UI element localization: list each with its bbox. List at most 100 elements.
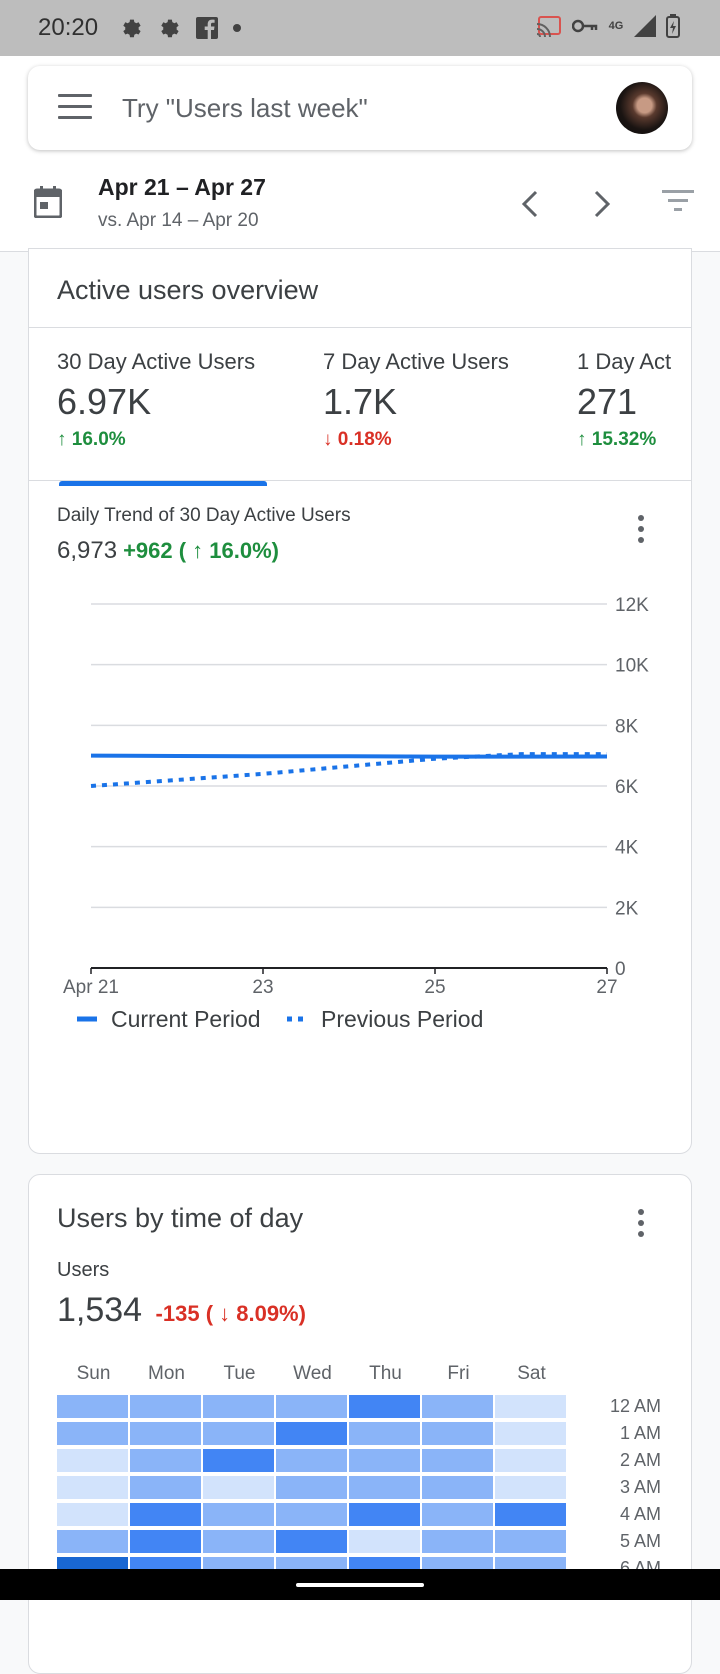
dot-icon: [233, 24, 241, 32]
y-tick-label: 10K: [615, 656, 649, 677]
date-bar: Apr 21 – Apr 27 vs. Apr 14 – Apr 20: [0, 168, 720, 252]
heatmap-hour-label: 3 AM: [619, 1477, 661, 1497]
heatmap-cell[interactable]: [57, 1476, 128, 1499]
chevron-right-icon[interactable]: [586, 184, 616, 224]
heatmap-cell[interactable]: [349, 1476, 420, 1499]
home-handle[interactable]: [296, 1583, 424, 1587]
heatmap-cell[interactable]: [130, 1530, 201, 1553]
date-compare: vs. Apr 14 – Apr 20: [98, 210, 259, 231]
heatmap-cell[interactable]: [203, 1503, 274, 1526]
heatmap-cell[interactable]: [276, 1503, 347, 1526]
heatmap-cell[interactable]: [276, 1395, 347, 1418]
users-value: 1,534: [57, 1291, 143, 1329]
heatmap-cell[interactable]: [349, 1530, 420, 1553]
more-vert-icon[interactable]: [636, 1209, 646, 1243]
status-icons-right: 4G: [536, 14, 680, 38]
heatmap-cell[interactable]: [422, 1395, 493, 1418]
facebook-icon: [196, 17, 218, 39]
trend-chart: 02K4K6K8K10K12KApr 21 23 25 27Current Perio…: [63, 595, 649, 1032]
avatar[interactable]: [616, 82, 668, 134]
heatmap-cell[interactable]: [495, 1395, 566, 1418]
users-label: Users: [57, 1259, 110, 1281]
heatmap-cell[interactable]: [349, 1449, 420, 1472]
previous-period-line: [90, 752, 607, 788]
heatmap-cell[interactable]: [203, 1449, 274, 1472]
heatmap-cell[interactable]: [203, 1476, 274, 1499]
heatmap-row: [57, 1503, 568, 1530]
heatmap-cell[interactable]: [422, 1449, 493, 1472]
users-value-row: 1,534 -135 ( ↓ 8.09%): [57, 1291, 306, 1330]
heatmap-cell[interactable]: [203, 1530, 274, 1553]
status-time: 20:20: [38, 14, 99, 41]
heatmap-day-label: Tue: [223, 1363, 256, 1384]
heatmap-cell[interactable]: [203, 1395, 274, 1418]
heatmap-cell[interactable]: [422, 1503, 493, 1526]
heatmap-cell[interactable]: [495, 1476, 566, 1499]
heatmap-cell[interactable]: [349, 1422, 420, 1445]
heatmap-cell[interactable]: [422, 1530, 493, 1553]
heatmap-day-label: Sun: [76, 1363, 111, 1384]
heatmap-hour-label: 2 AM: [619, 1450, 661, 1470]
heatmap-cell[interactable]: [276, 1422, 347, 1445]
x-tick-label: Apr 21: [63, 977, 119, 998]
heatmap-row: [57, 1395, 568, 1422]
x-tick-label: 23: [252, 977, 273, 998]
search-input[interactable]: [122, 86, 592, 130]
settings-icon: [161, 19, 179, 38]
filter-icon[interactable]: [662, 188, 694, 212]
heatmap-cell[interactable]: [495, 1449, 566, 1472]
card-title: Users by time of day: [57, 1203, 304, 1233]
heatmap-cell[interactable]: [422, 1476, 493, 1499]
heatmap-row: [57, 1530, 568, 1557]
heatmap-day-label: Thu: [369, 1363, 402, 1384]
heatmap-cell[interactable]: [276, 1476, 347, 1499]
heatmap-cell[interactable]: [130, 1503, 201, 1526]
heatmap-day-label: Sat: [517, 1363, 546, 1384]
menu-icon[interactable]: [58, 94, 92, 120]
heatmap-cell[interactable]: [57, 1530, 128, 1553]
heatmap-cell[interactable]: [203, 1422, 274, 1445]
heatmap-cell[interactable]: [495, 1422, 566, 1445]
y-tick-label: 2K: [615, 898, 639, 919]
heatmap-hours: 12 AM 1 AM 2 AM 3 AM 4 AM 5 AM 6 AM: [581, 1395, 661, 1584]
heatmap-cell[interactable]: [276, 1449, 347, 1472]
heatmap-row: [57, 1476, 568, 1503]
heatmap-cell[interactable]: [495, 1503, 566, 1526]
y-tick-label: 12K: [615, 595, 649, 616]
heatmap-grid: [57, 1395, 568, 1584]
heatmap-row: [57, 1422, 568, 1449]
heatmap-days: Sun Mon Tue Wed Thu Fri Sat: [57, 1363, 568, 1385]
heatmap-hour-label: 5 AM: [619, 1531, 661, 1551]
search-bar: [28, 66, 692, 150]
y-tick-label: 4K: [615, 838, 639, 859]
heatmap-cell[interactable]: [130, 1449, 201, 1472]
x-tick-label: 25: [424, 977, 445, 998]
heatmap-cell[interactable]: [495, 1530, 566, 1553]
heatmap-cell[interactable]: [57, 1449, 128, 1472]
heatmap-cell[interactable]: [57, 1422, 128, 1445]
legend-label: Current Period: [111, 1006, 261, 1032]
calendar-icon[interactable]: [34, 186, 62, 218]
heatmap-cell[interactable]: [130, 1395, 201, 1418]
battery-icon: [666, 14, 680, 38]
chevron-left-icon[interactable]: [516, 184, 546, 224]
heatmap-day-label: Wed: [293, 1363, 332, 1384]
heatmap-cell[interactable]: [130, 1476, 201, 1499]
settings-icon: [123, 19, 141, 38]
heatmap-row: [57, 1449, 568, 1476]
heatmap-cell[interactable]: [57, 1503, 128, 1526]
heatmap-hour-label: 4 AM: [619, 1504, 661, 1524]
active-users-card: Active users overview 30 Day Active User…: [28, 248, 692, 1154]
heatmap-hour-label: 12 AM: [609, 1396, 661, 1416]
status-icons-left: [120, 16, 242, 40]
cast-icon: [536, 16, 561, 37]
heatmap-cell[interactable]: [349, 1395, 420, 1418]
heatmap-cell[interactable]: [57, 1395, 128, 1418]
heatmap-cell[interactable]: [349, 1503, 420, 1526]
heatmap-cell[interactable]: [276, 1530, 347, 1553]
vpn-key-icon: [572, 19, 598, 33]
y-tick-label: 6K: [615, 777, 639, 798]
heatmap-cell[interactable]: [422, 1422, 493, 1445]
date-range[interactable]: Apr 21 – Apr 27: [98, 174, 266, 201]
heatmap-cell[interactable]: [130, 1422, 201, 1445]
